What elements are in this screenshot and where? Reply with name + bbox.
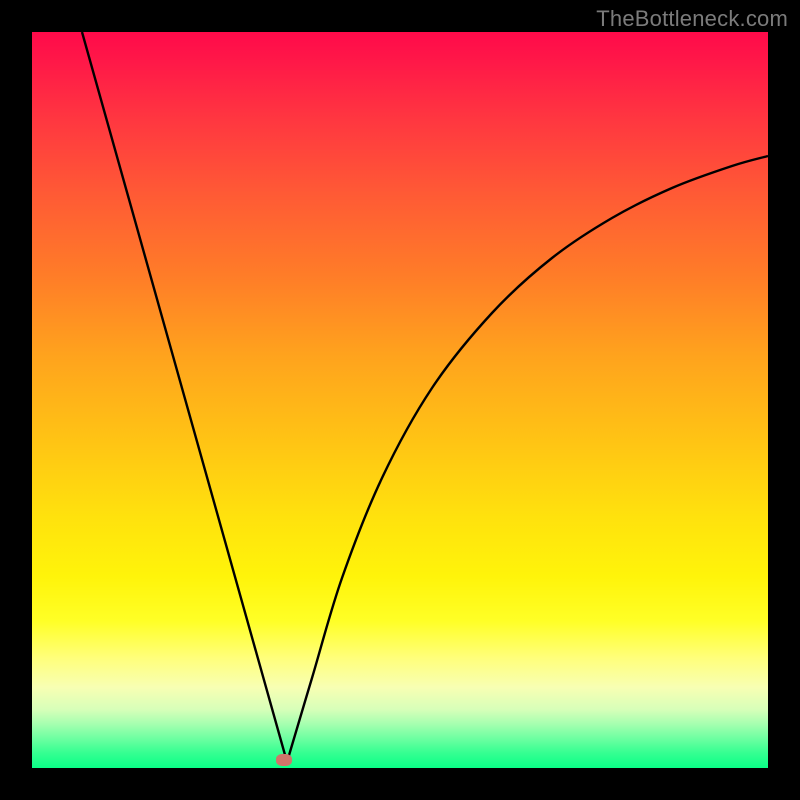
dip-marker bbox=[276, 754, 292, 766]
plot-area bbox=[32, 32, 768, 768]
bottleneck-curve bbox=[32, 32, 768, 768]
chart-frame: TheBottleneck.com bbox=[0, 0, 800, 800]
watermark-text: TheBottleneck.com bbox=[596, 6, 788, 32]
